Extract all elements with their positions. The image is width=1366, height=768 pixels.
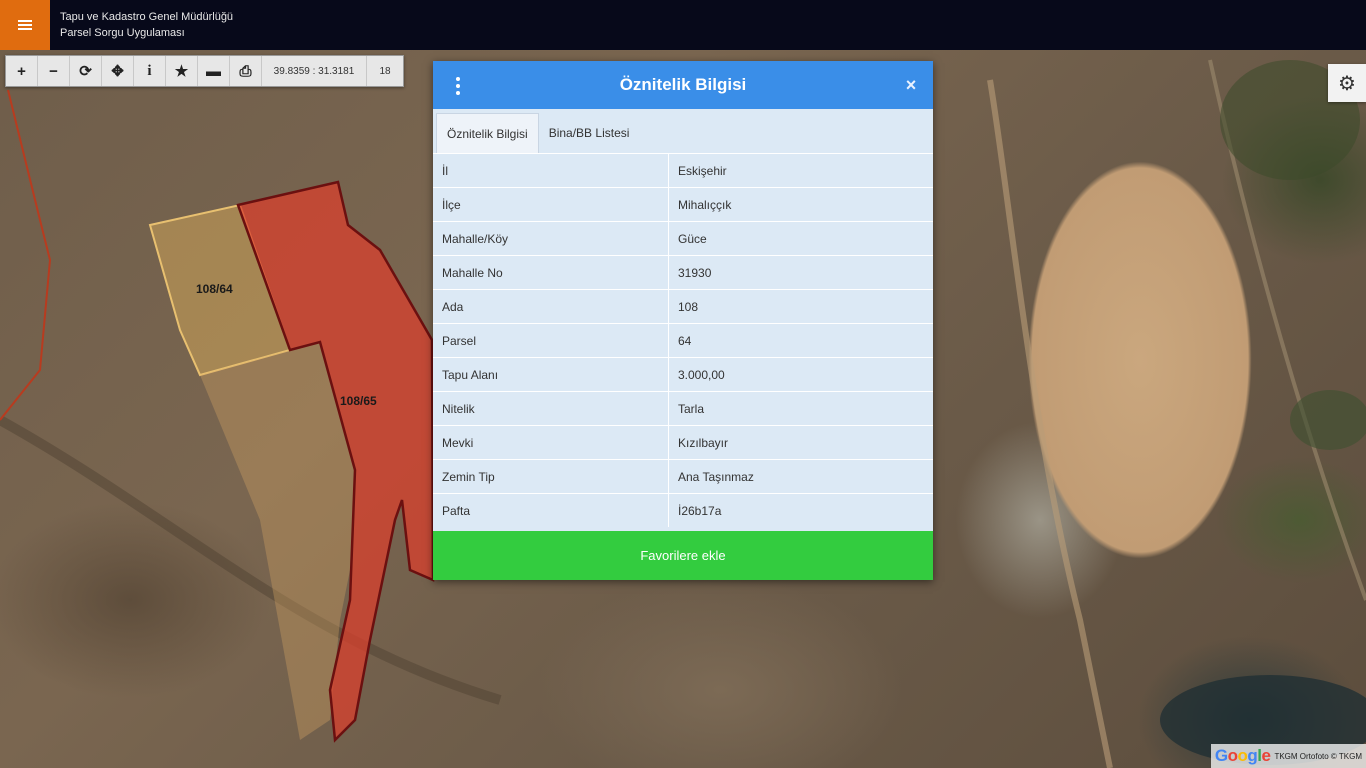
- google-logo: Google: [1214, 746, 1271, 765]
- row-key: Pafta: [433, 493, 669, 527]
- row-value: 64: [668, 323, 933, 358]
- table-row: Mevki Kızılbayır: [433, 425, 933, 460]
- close-icon: ×: [905, 74, 917, 95]
- app-title-line2: Parsel Sorgu Uygulaması: [60, 27, 185, 39]
- parcel-boundary-left: [0, 89, 52, 421]
- tab-building-list[interactable]: Bina/BB Listesi: [539, 113, 640, 152]
- hamburger-icon: [18, 20, 32, 30]
- table-row: Mahalle/Köy Güce: [433, 221, 933, 256]
- row-key: Zemin Tip: [433, 459, 669, 494]
- row-key: Parsel: [433, 323, 669, 358]
- menu-button[interactable]: [0, 0, 50, 50]
- attribute-table: İl Eskişehir İlçe Mihalıççık Mahalle/Köy Gü…: [433, 153, 933, 527]
- favorites-button[interactable]: ★: [166, 56, 198, 86]
- map-attribution: Google TKGM Ortofoto © TKGM: [1210, 744, 1366, 768]
- settings-button[interactable]: ⚙: [1328, 64, 1366, 102]
- table-row: İl Eskişehir: [433, 153, 933, 188]
- close-button[interactable]: ×: [901, 74, 921, 96]
- table-row: Pafta İ26b17a: [433, 493, 933, 527]
- parcel-label-108-65: 108/65: [340, 394, 377, 408]
- info-button[interactable]: i: [134, 56, 166, 86]
- star-icon: ★: [174, 63, 189, 80]
- print-button[interactable]: ⎙: [230, 56, 262, 86]
- locate-button[interactable]: ✥: [102, 56, 134, 86]
- row-value: Kızılbayır: [668, 425, 933, 460]
- row-key: Ada: [433, 289, 669, 324]
- tab-attribute-info[interactable]: Öznitelik Bilgisi: [436, 113, 539, 153]
- row-value: Güce: [668, 221, 933, 256]
- zoom-in-button[interactable]: +: [6, 56, 38, 86]
- row-value: 31930: [668, 255, 933, 290]
- measure-button[interactable]: ▬: [198, 56, 230, 86]
- plus-icon: +: [17, 62, 26, 80]
- table-row: Ada 108: [433, 289, 933, 324]
- row-key: İl: [433, 153, 669, 188]
- map-toolbar: + − ⟳ ✥ i ★ ▬ ⎙ 39.8359 : 31.3181 18: [5, 55, 404, 87]
- more-options-icon[interactable]: [451, 75, 465, 97]
- table-row: Mahalle No 31930: [433, 255, 933, 290]
- table-row: Zemin Tip Ana Taşınmaz: [433, 459, 933, 494]
- gear-icon: ⚙: [1338, 72, 1356, 95]
- row-key: Nitelik: [433, 391, 669, 426]
- minus-icon: −: [49, 62, 58, 80]
- row-key: Mevki: [433, 425, 669, 460]
- field-road: [987, 79, 1113, 768]
- app-title: Tapu ve Kadastro Genel Müdürlüğü Parsel …: [60, 9, 233, 41]
- row-value: Eskişehir: [668, 153, 933, 188]
- table-row: İlçe Mihalıççık: [433, 187, 933, 222]
- coordinate-readout: 39.8359 : 31.3181: [262, 56, 367, 86]
- info-icon: i: [147, 62, 152, 79]
- add-to-favorites-button[interactable]: Favorilere ekle: [433, 531, 933, 580]
- parcel-label-108-64: 108/64: [196, 282, 233, 296]
- zoom-level-readout: 18: [379, 65, 391, 77]
- vegetation: [1290, 390, 1366, 450]
- refresh-icon: ⟳: [79, 63, 92, 80]
- row-key: Tapu Alanı: [433, 357, 669, 392]
- dialog-header: Öznitelik Bilgisi ×: [433, 61, 933, 109]
- print-icon: ⎙: [239, 62, 252, 80]
- row-key: Mahalle/Köy: [433, 221, 669, 256]
- app-title-line1: Tapu ve Kadastro Genel Müdürlüğü: [60, 11, 234, 23]
- row-value: Ana Taşınmaz: [668, 459, 933, 494]
- crosshair-icon: ✥: [111, 63, 124, 80]
- row-key: İlçe: [433, 187, 669, 222]
- dialog-title: Öznitelik Bilgisi: [619, 75, 747, 94]
- attribution-text: TKGM Ortofoto © TKGM: [1274, 751, 1362, 761]
- table-row: Nitelik Tarla: [433, 391, 933, 426]
- attribute-dialog: Öznitelik Bilgisi × Öznitelik Bilgisi Bi…: [433, 61, 933, 580]
- table-row: Parsel 64: [433, 323, 933, 358]
- ruler-icon: ▬: [206, 62, 221, 80]
- row-value: 3.000,00: [668, 357, 933, 392]
- refresh-button[interactable]: ⟳: [70, 56, 102, 86]
- dialog-tabs: Öznitelik Bilgisi Bina/BB Listesi: [436, 113, 639, 153]
- table-row: Tapu Alanı 3.000,00: [433, 357, 933, 392]
- zoom-out-button[interactable]: −: [38, 56, 70, 86]
- row-value: İ26b17a: [668, 493, 933, 527]
- row-value: Tarla: [668, 391, 933, 426]
- row-value: 108: [668, 289, 933, 324]
- row-key: Mahalle No: [433, 255, 669, 290]
- row-value: Mihalıççık: [668, 187, 933, 222]
- app-header: Tapu ve Kadastro Genel Müdürlüğü Parsel …: [0, 0, 1366, 50]
